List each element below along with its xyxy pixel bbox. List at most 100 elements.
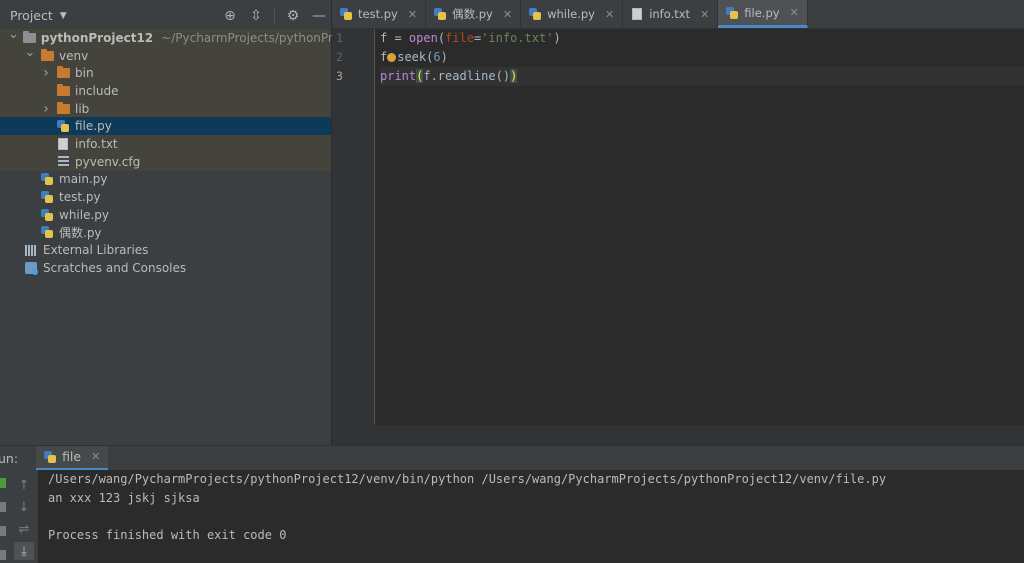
python-file-icon (40, 172, 54, 186)
pycharm-window: Project ▼ ⊕ ⇳ ⚙ — ⌄ pythonProject12 ~/Pych… (0, 0, 1024, 563)
tree-item-label: file.py (75, 119, 112, 134)
tab-label: info.txt (649, 7, 691, 21)
tree-item-label: 偶数.py (59, 225, 102, 240)
run-console-output[interactable]: /Users/wang/PycharmProjects/pythonProjec… (38, 470, 1024, 563)
close-icon[interactable]: ✕ (408, 8, 417, 21)
folder-icon-shape (56, 101, 70, 114)
editor-tab[interactable]: 偶数.py ✕ (426, 0, 522, 28)
folder-icon-shape (56, 66, 70, 79)
code-token: ) (440, 50, 448, 64)
code-line[interactable]: f seek(6) (380, 48, 1024, 67)
chevron-right-icon[interactable]: › (40, 65, 52, 81)
tree-item[interactable]: 偶数.py (0, 224, 331, 242)
code-line[interactable]: f = open(file='info.txt') (380, 29, 1024, 48)
pin-icon[interactable] (0, 550, 6, 560)
code-token: seek( (397, 50, 434, 64)
gear-icon[interactable]: ⚙ (285, 8, 301, 24)
tree-item[interactable]: › lib (0, 99, 331, 118)
python-file-icon-shape (41, 226, 53, 239)
code-editor[interactable]: 1 2 3 f = open(file='info.txt') f seek(6)… (332, 29, 1024, 425)
minimize-icon[interactable]: — (311, 8, 327, 24)
run-toolbar: ↑ ↓ ⇌ ⤓ (0, 470, 38, 563)
run-tool-window-header: un: file ✕ (0, 445, 1024, 471)
code-area[interactable]: f = open(file='info.txt') f seek(6) print… (380, 29, 1024, 86)
arrow-down-icon[interactable]: ↓ (14, 498, 34, 516)
console-line: an xxx 123 jskj sjksa (48, 490, 200, 505)
chevron-right-icon[interactable]: › (40, 101, 52, 117)
close-icon[interactable]: ✕ (700, 8, 709, 21)
python-file-icon-shape (41, 191, 53, 204)
chevron-down-icon[interactable]: ▼ (60, 11, 67, 21)
code-line[interactable]: print(f.readline()) (380, 67, 1024, 86)
code-token: f (380, 50, 388, 64)
tree-item[interactable]: pyvenv.cfg (0, 152, 331, 171)
python-file-icon-shape (726, 6, 739, 19)
run-tab-file[interactable]: file ✕ (36, 445, 109, 471)
tree-item[interactable]: Scratches and Consoles (0, 259, 331, 277)
close-icon[interactable]: ✕ (91, 450, 100, 463)
console-line: Process finished with exit code 0 (48, 527, 287, 542)
code-token: f.readline() (423, 69, 511, 83)
code-token: ) (553, 31, 561, 45)
tree-item[interactable]: External Libraries (0, 241, 331, 259)
tree-item-label: while.py (59, 207, 110, 222)
chevron-down-icon[interactable]: ⌄ (24, 45, 36, 60)
rerun-icon[interactable] (0, 478, 6, 488)
close-icon[interactable]: ✕ (503, 8, 512, 21)
tree-item-label: test.py (59, 190, 101, 205)
collapse-all-icon[interactable]: ⇳ (248, 8, 264, 24)
tree-item[interactable]: file.py (0, 117, 331, 136)
tree-item[interactable]: › bin (0, 64, 331, 83)
scratches-icon-shape (25, 261, 38, 275)
chevron-down-icon[interactable]: ⌄ (8, 27, 19, 42)
tree-item-label: main.py (59, 172, 108, 187)
project-view-selector[interactable]: Project (10, 8, 53, 23)
run-tab-label: file (62, 449, 82, 464)
config-file-icon-shape (57, 156, 69, 168)
toolbar-divider (274, 8, 275, 24)
tree-item[interactable]: ⌄ pythonProject12 ~/PycharmProjects/python… (0, 27, 377, 47)
close-icon[interactable]: ✕ (790, 6, 799, 19)
python-file-icon-shape (529, 8, 542, 20)
tree-item[interactable]: info.txt (0, 135, 331, 153)
python-file-icon (434, 8, 447, 20)
text-file-icon-shape (58, 137, 68, 150)
editor-tab[interactable]: file.py ✕ (718, 0, 808, 28)
code-token: ( (437, 31, 446, 45)
code-token: f = (380, 31, 409, 45)
tree-item[interactable]: include (0, 82, 331, 100)
folder-icon-shape (40, 48, 54, 61)
lightbulb-icon[interactable] (387, 53, 397, 62)
editor-tab[interactable]: test.py ✕ (332, 0, 427, 28)
python-file-icon (56, 119, 70, 133)
editor-tab[interactable]: while.py ✕ (521, 0, 624, 28)
python-file-icon (529, 8, 542, 20)
editor-breadcrumb-bar (332, 425, 1024, 445)
tree-item[interactable]: test.py (0, 188, 331, 206)
tree-item[interactable]: ⌄ venv (0, 45, 331, 65)
restore-layout-icon[interactable] (0, 526, 6, 536)
config-file-icon (56, 155, 70, 169)
folder-icon-shape (22, 30, 36, 43)
stop-icon[interactable] (0, 502, 6, 512)
tree-item-label: lib (75, 101, 90, 116)
code-token: open (408, 31, 438, 45)
crosshair-icon[interactable]: ⊕ (222, 8, 238, 24)
arrow-up-icon[interactable]: ↑ (14, 476, 34, 494)
editor-tab-bar: test.py ✕ 偶数.py ✕ while.py ✕ info.txt ✕ file.py ✕ (332, 0, 1024, 29)
tree-item-label: External Libraries (43, 243, 149, 258)
editor-tab[interactable]: info.txt ✕ (623, 0, 719, 28)
close-icon[interactable]: ✕ (605, 8, 614, 21)
folder-icon (56, 83, 70, 98)
python-file-icon-shape (57, 120, 69, 133)
scroll-to-end-icon[interactable]: ⤓ (14, 542, 34, 560)
tree-item[interactable]: main.py (0, 171, 331, 189)
python-file-icon (40, 225, 54, 239)
soft-wrap-icon[interactable]: ⇌ (14, 520, 34, 538)
tab-label: 偶数.py (452, 7, 493, 21)
folder-icon-shape (56, 83, 70, 96)
tree-item-label: Scratches and Consoles (43, 260, 187, 275)
project-panel-toolbar: ⊕ ⇳ ⚙ — (222, 0, 327, 32)
code-token: ) (510, 69, 518, 83)
tree-item[interactable]: while.py (0, 206, 331, 224)
